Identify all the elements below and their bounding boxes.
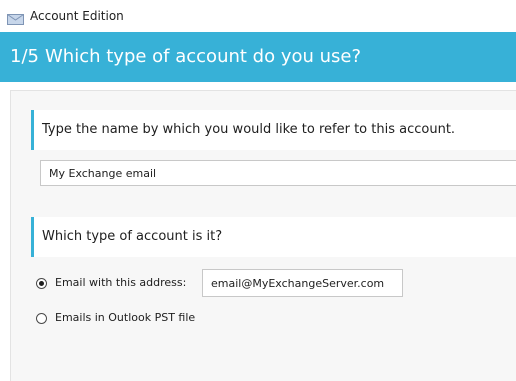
pst-file-radio[interactable] bbox=[36, 312, 47, 324]
wizard-header: 1/5 Which type of account do you use? bbox=[0, 32, 516, 82]
account-name-section: Type the name by which you would like to… bbox=[31, 110, 516, 150]
email-address-input[interactable] bbox=[202, 269, 403, 297]
step-indicator: 1/5 bbox=[10, 46, 39, 67]
account-type-section: Which type of account is it? bbox=[31, 217, 516, 257]
pst-file-option[interactable]: Emails in Outlook PST file bbox=[36, 309, 195, 327]
email-address-option[interactable]: Email with this address: bbox=[36, 274, 186, 292]
pst-file-option-label: Emails in Outlook PST file bbox=[55, 311, 196, 324]
title-bar: Account Edition bbox=[0, 0, 516, 32]
account-type-prompt: Which type of account is it? bbox=[42, 229, 223, 244]
window-title: Account Edition bbox=[30, 9, 124, 23]
email-address-option-label: Email with this address: bbox=[55, 276, 187, 289]
email-address-radio[interactable] bbox=[36, 277, 47, 289]
account-name-prompt: Type the name by which you would like to… bbox=[42, 122, 456, 137]
account-name-input[interactable] bbox=[40, 160, 516, 186]
envelope-icon bbox=[7, 10, 24, 25]
page-title: Which type of account do you use? bbox=[45, 46, 362, 67]
account-edition-window: Account Edition 1/5 Which type of accoun… bbox=[0, 0, 516, 381]
